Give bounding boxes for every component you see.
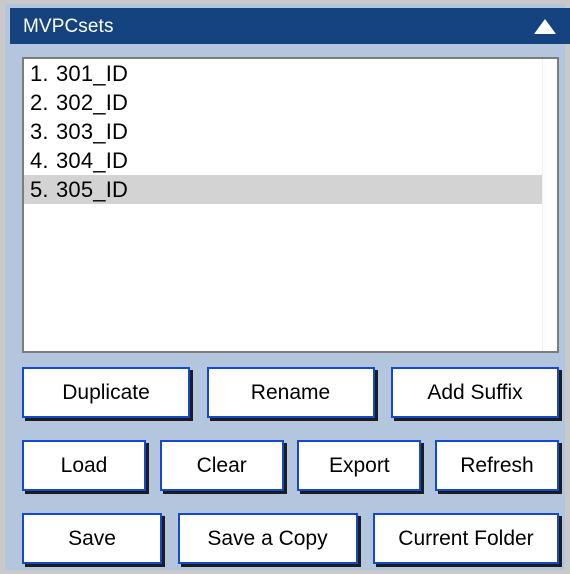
list-item[interactable]: 1. 301_ID [24, 59, 543, 88]
panel-title-bar: MVPCsets [10, 8, 570, 44]
mvpcset-listbox[interactable]: 1. 301_ID 2. 302_ID 3. 303_ID 4. 304_ID 5. 30… [22, 57, 559, 353]
list-item-selected[interactable]: 5. 305_ID [24, 175, 543, 204]
duplicate-button[interactable]: Duplicate [22, 367, 190, 418]
list-item-index: 2. [30, 90, 49, 115]
duplicate-button-label: Duplicate [62, 381, 150, 404]
button-row-io: Load Clear Export Refresh [22, 440, 559, 491]
mvpcset-list-items: 1. 301_ID 2. 302_ID 3. 303_ID 4. 304_ID 5. 30… [24, 59, 543, 204]
load-button-label: Load [60, 454, 108, 477]
current-folder-button-label: Current Folder [398, 527, 534, 550]
save-a-copy-button[interactable]: Save a Copy [177, 513, 358, 564]
refresh-button[interactable]: Refresh [434, 440, 559, 491]
clear-button-label: Clear [196, 454, 247, 477]
list-item-index: 3. [30, 119, 49, 144]
list-item-label: 303_ID [56, 119, 129, 144]
panel-title: MVPCsets [23, 15, 114, 37]
rename-button-label: Rename [250, 381, 331, 404]
button-row-save: Save Save a Copy Current Folder [22, 513, 559, 564]
export-button[interactable]: Export [297, 440, 422, 491]
list-item-label: 301_ID [56, 61, 129, 86]
clear-button[interactable]: Clear [159, 440, 284, 491]
list-item-index: 1. [30, 61, 49, 86]
save-button[interactable]: Save [22, 513, 162, 564]
save-button-label: Save [68, 527, 116, 550]
list-scrollbar[interactable] [542, 59, 557, 351]
list-item-label: 304_ID [56, 148, 129, 173]
add-suffix-button[interactable]: Add Suffix [391, 367, 559, 418]
list-item-index: 4. [30, 148, 49, 173]
refresh-button-label: Refresh [460, 454, 534, 477]
current-folder-button[interactable]: Current Folder [373, 513, 559, 564]
list-item[interactable]: 3. 303_ID [24, 117, 543, 146]
list-item-label: 302_ID [56, 90, 129, 115]
list-item[interactable]: 2. 302_ID [24, 88, 543, 117]
mvpcsets-panel: MVPCsets 1. 301_ID 2. 302_ID 3. 303_ID 4. 30… [0, 0, 570, 574]
triangle-up-icon[interactable] [534, 18, 556, 34]
load-button[interactable]: Load [22, 440, 146, 491]
list-item-index: 5. [30, 177, 49, 202]
save-a-copy-button-label: Save a Copy [207, 527, 328, 550]
rename-button[interactable]: Rename [206, 367, 375, 418]
list-scrollbar-thumb[interactable] [545, 59, 555, 351]
button-row-edit: Duplicate Rename Add Suffix [22, 367, 559, 418]
list-item[interactable]: 4. 304_ID [24, 146, 543, 175]
export-button-label: Export [328, 454, 390, 477]
add-suffix-button-label: Add Suffix [427, 381, 523, 404]
list-item-label: 305_ID [56, 177, 129, 202]
